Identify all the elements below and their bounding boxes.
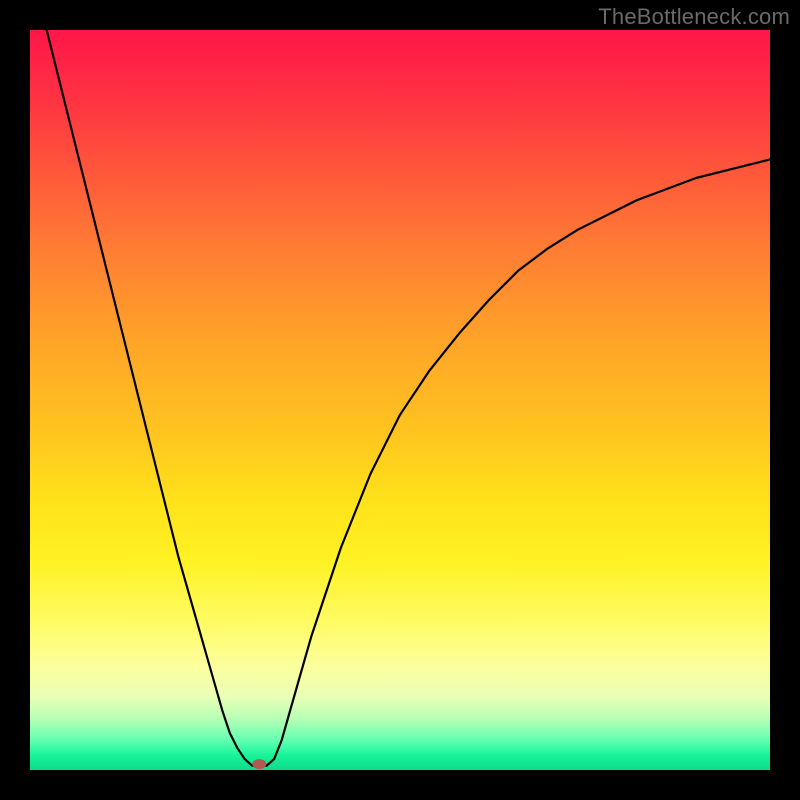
minimum-marker (252, 759, 266, 769)
curve-layer (30, 30, 770, 770)
watermark-text: TheBottleneck.com (598, 4, 790, 30)
plot-area (30, 30, 770, 770)
chart-frame: TheBottleneck.com (0, 0, 800, 800)
bottleneck-curve (30, 30, 770, 767)
